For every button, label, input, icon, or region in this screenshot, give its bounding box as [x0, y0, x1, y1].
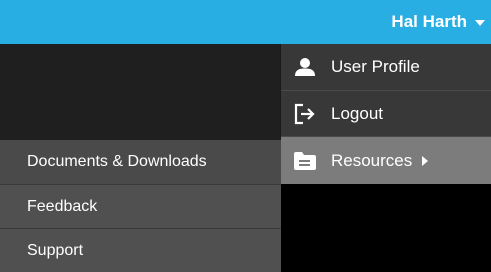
submenu-item-documents[interactable]: Documents & Downloads	[0, 140, 281, 184]
menu-item-user-profile[interactable]: User Profile	[281, 44, 491, 90]
menu-item-label: User Profile	[331, 57, 420, 76]
resources-submenu: Documents & Downloads Feedback Support	[0, 140, 281, 272]
user-name: Hal Harth	[391, 12, 467, 31]
menu-item-label: Resources	[331, 150, 413, 170]
caret-right-icon	[422, 155, 429, 166]
menu-item-label: Logout	[331, 103, 383, 123]
menu-item-logout[interactable]: Logout	[281, 90, 491, 136]
page-background-lower	[281, 184, 491, 272]
folder-icon	[293, 149, 317, 173]
user-icon	[293, 55, 317, 79]
logout-icon	[293, 102, 317, 126]
caret-down-icon	[475, 20, 485, 26]
user-menu-toggle[interactable]: Hal Harth	[391, 0, 485, 44]
submenu-item-feedback[interactable]: Feedback	[0, 184, 281, 228]
user-dropdown-menu: User Profile Logout Resources	[281, 44, 491, 184]
page-background-panel	[0, 44, 280, 140]
submenu-item-support[interactable]: Support	[0, 228, 281, 272]
menu-item-resources[interactable]: Resources	[281, 136, 491, 184]
top-header-bar: Hal Harth	[0, 0, 491, 44]
